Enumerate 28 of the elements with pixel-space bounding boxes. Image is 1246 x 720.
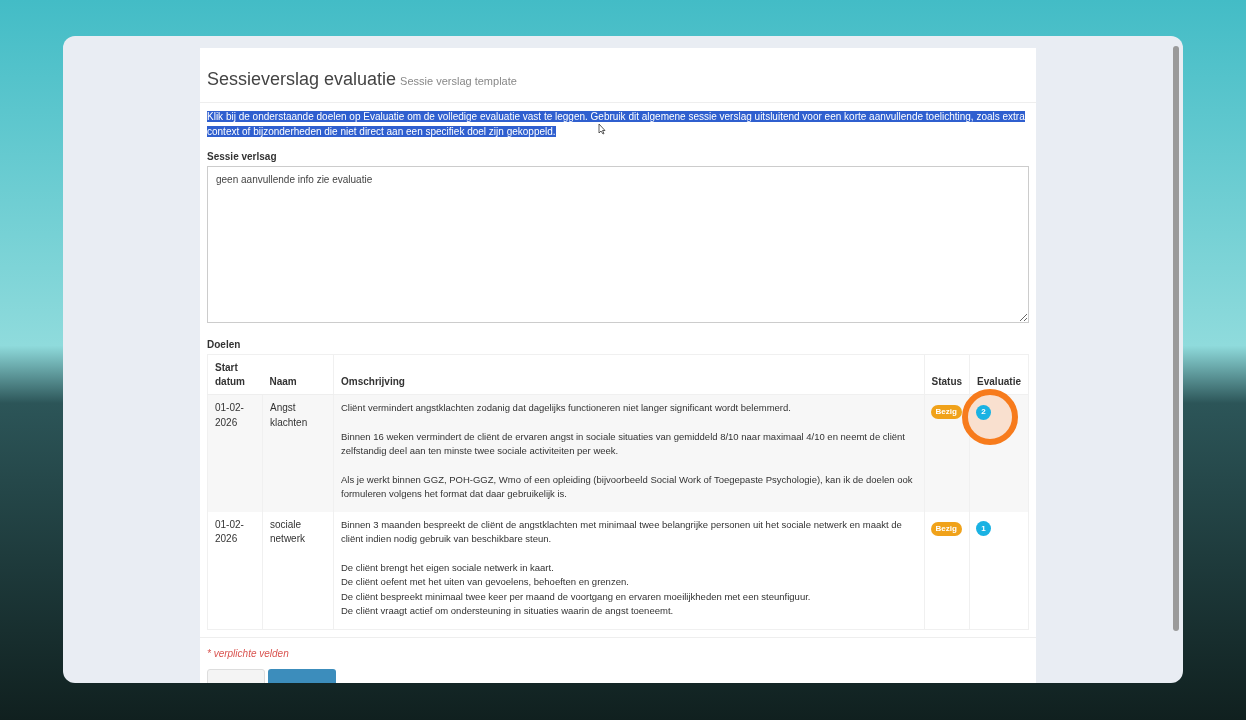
status-badge: Bezig <box>930 521 962 536</box>
table-cell: Angst klachten <box>262 394 334 512</box>
section-label: Doelen <box>207 338 242 352</box>
goal-description: De cliënt vraagt actief om ondersteuning in situaties waarin de angst toeneemt. <box>341 604 675 618</box>
session-report-field[interactable]: geen aanvullende info zie evaluatie <box>207 166 1029 323</box>
required-fields-note: * verplichte velden <box>207 646 290 661</box>
column-header: Status <box>924 354 970 395</box>
goal-description: Cliënt vermindert angstklachten zodanig dat dagelijks functioneren niet langer significant wordt belemmerd. <box>341 401 792 415</box>
page-subtitle: Sessie verslag template <box>400 74 517 89</box>
intro-text: Klik bij de onderstaande doelen op Evaluatie om de volledige evaluatie vast te leggen. Gebruik dit algemene sessie verslag uitsluitend voor een korte aanvullende toelichting, zoals extra context of bijzonderheden die niet direct aan een specifiek doel zijn gekoppeld. <box>207 110 1026 139</box>
table-cell: sociale netwerk <box>262 511 334 629</box>
column-header: Naam <box>262 354 334 395</box>
goal-description: De cliënt brengt het eigen sociale netwerk in kaart. <box>341 560 555 575</box>
field-label: Sessie verlsag <box>207 150 278 164</box>
table-cell: 01-02-2026 <box>207 511 263 629</box>
goal-description: Binnen 16 weken vermindert de cliënt de ervaren angst in sociale situaties van gemiddeld 8/10 naar maximaal 4/10 en neemt de cliënt zelfstandig deel aan ten minste twee sociale activiteiten per week. <box>341 429 906 458</box>
goal-description: Als je werkt binnen GGZ, POH-GGZ, Wmo of een opleiding (bijvoorbeeld Social Work of Toegepaste Psychologie), kan ik de doelen ook formuleren volgens het format dat daar gebruikelijk is. <box>341 472 914 501</box>
column-header: Omschrijving <box>333 354 924 395</box>
status-badge: Bezig <box>930 405 962 419</box>
goal-description: De cliënt oefent met het uiten van gevoelens, behoeften en grenzen. <box>341 575 630 589</box>
evaluation-count-badge[interactable]: 1 <box>976 521 992 536</box>
cursor-icon <box>598 123 606 135</box>
column-header: Start datum <box>207 354 263 395</box>
scrollbar-thumb[interactable] <box>1173 46 1179 631</box>
table-cell: 01-02-2026 <box>207 394 263 512</box>
page-title: Sessieverslag evaluatie <box>207 68 397 91</box>
goal-description: De cliënt bespreekt minimaal twee keer per maand de voortgang en ervaren moeilijkheden met een steunfiguur. <box>341 589 812 604</box>
goal-description: Binnen 3 maanden bespreekt de cliënt de angstklachten met minimaal twee belangrijke personen uit het sociale netwerk en maakt de cliënt indien nodig gebruik van beschikbare steun. <box>341 517 903 546</box>
